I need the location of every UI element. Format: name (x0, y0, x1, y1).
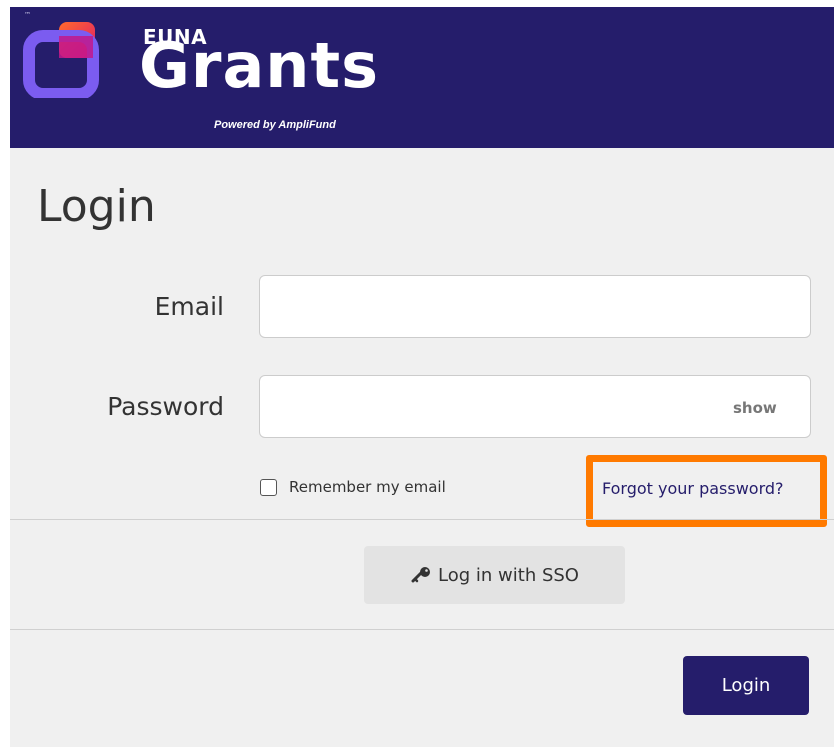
login-button[interactable]: Login (683, 656, 809, 715)
powered-by-text: Powered by AmpliFund (214, 119, 336, 131)
login-panel: ™ EUNA Grants Powered by AmpliFund Login… (10, 7, 834, 747)
key-icon (411, 567, 431, 583)
forgot-password-link[interactable]: Forgot your password? (602, 479, 784, 498)
email-label: Email (154, 292, 224, 321)
header-banner: ™ EUNA Grants Powered by AmpliFund (10, 7, 834, 148)
sso-button-label: Log in with SSO (438, 564, 579, 586)
grants-wordmark: Grants (139, 29, 379, 102)
show-password-toggle[interactable]: show (733, 399, 777, 417)
remember-email-label: Remember my email (289, 478, 446, 496)
password-label: Password (107, 392, 224, 421)
sso-login-button[interactable]: Log in with SSO (364, 546, 625, 604)
page-title: Login (37, 181, 156, 232)
divider (10, 629, 834, 630)
remember-email-option[interactable]: Remember my email (260, 478, 446, 496)
remember-email-checkbox[interactable] (260, 478, 277, 496)
divider (10, 519, 834, 520)
password-field[interactable] (259, 375, 811, 438)
euna-logo-icon (23, 22, 99, 98)
email-field[interactable] (259, 275, 811, 338)
trademark-symbol: ™ (24, 11, 31, 19)
